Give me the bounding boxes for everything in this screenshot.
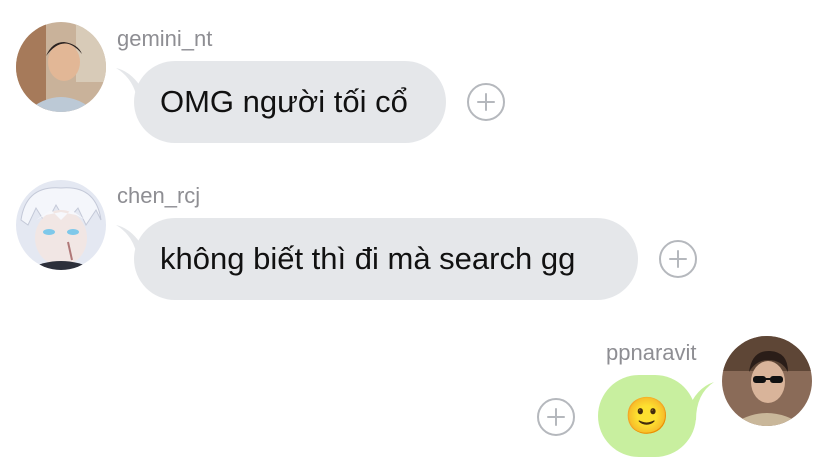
- username: ppnaravit: [606, 340, 697, 365]
- avatar[interactable]: [16, 22, 106, 112]
- avatar[interactable]: [16, 180, 106, 270]
- add-reaction-button[interactable]: [467, 83, 505, 121]
- message-text: 🙂: [624, 395, 670, 436]
- message-text: không biết thì đi mà search gg: [160, 241, 576, 276]
- avatar-anime-character-icon: [16, 180, 106, 270]
- username: gemini_nt: [117, 26, 213, 51]
- avatar-photo-man-icon: [16, 22, 106, 112]
- add-reaction-button[interactable]: [537, 398, 575, 436]
- add-reaction-button[interactable]: [659, 240, 697, 278]
- message-bubble[interactable]: không biết thì đi mà search gg: [134, 218, 638, 300]
- message-bubble[interactable]: OMG người tối cổ: [134, 61, 446, 143]
- message-bubble[interactable]: 🙂: [598, 375, 696, 457]
- username: chen_rcj: [117, 183, 201, 208]
- message-text: OMG người tối cổ: [160, 84, 408, 119]
- avatar[interactable]: [722, 336, 812, 426]
- avatar-photo-sunglasses-icon: [722, 336, 812, 426]
